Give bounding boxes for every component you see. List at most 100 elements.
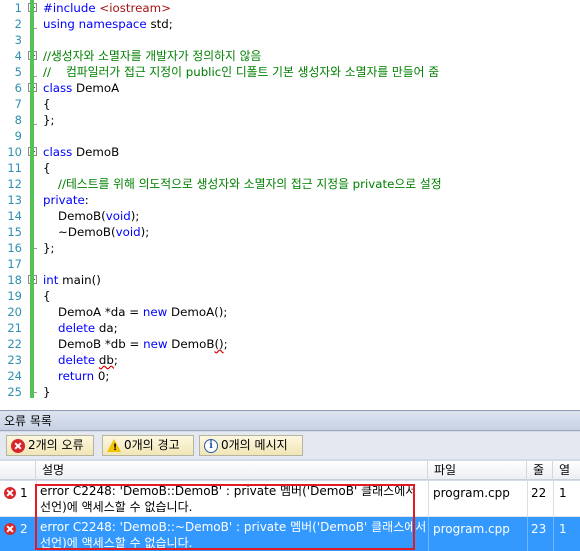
code-line[interactable]: }; [43,240,580,256]
code-line[interactable]: #include <iostream> [43,0,580,16]
code-token: ); [140,225,150,239]
code-token: // 컴파일러가 접근 지정이 public인 디폴트 기본 생성자와 소멸자를… [43,65,440,79]
code-text-area[interactable]: #include <iostream> using namespace std; /… [43,0,580,405]
line-number: 25 [7,385,22,399]
code-line[interactable]: { [43,160,580,176]
error-icon [4,523,16,535]
code-line[interactable]: //생성자와 소멸자를 개발자가 정의하지 않음 [43,48,580,64]
line-number: 10 [7,145,22,159]
code-line[interactable]: } [43,384,580,400]
code-token: DemoA(); [171,305,228,319]
code-line[interactable]: return 0; [43,368,580,384]
table-row[interactable]: 1 error C2248: 'DemoB::DemoB' : private … [0,481,580,517]
code-token: 0; [97,369,110,383]
messages-filter-label: 0개의 메시지 [221,438,288,452]
code-line[interactable]: { [43,288,580,304]
table-row-selected[interactable]: 2 error C2248: 'DemoB::~DemoB' : private… [0,517,580,551]
line-number: 15 [7,225,22,239]
code-line[interactable]: delete da; [43,320,580,336]
line-number: 4 [14,49,22,63]
code-line[interactable]: int main() [43,272,580,288]
code-token: delete [58,321,99,335]
line-number: 17 [7,257,22,271]
code-token: } [43,385,51,399]
code-token: #include [43,1,100,15]
row-file: program.cpp [433,522,510,536]
line-number: 3 [14,33,22,47]
line-number: 22 [7,337,22,351]
line-number: 13 [7,193,22,207]
error-table-header: 설명 파일 줄 열 [0,461,580,480]
column-divider [553,481,554,517]
code-token: }; [43,241,55,255]
code-line[interactable]: using namespace std; [43,16,580,32]
code-line[interactable]: }; [43,112,580,128]
line-number: 6 [14,81,22,95]
row-column: 1 [559,486,567,500]
line-number: 2 [14,17,22,31]
code-token: }; [43,113,55,127]
row-description: error C2248: 'DemoB::~DemoB' : private 멤… [40,520,427,550]
code-line[interactable]: // 컴파일러가 접근 지정이 public인 디폴트 기본 생성자와 소멸자를… [43,64,580,80]
errors-filter-button[interactable]: 2개의 오류 [6,435,94,456]
errors-filter-label: 2개의 오류 [28,438,84,452]
code-line[interactable]: //테스트를 위해 의도적으로 생성자와 소멸자의 접근 지정을 private… [43,176,580,192]
change-tracking-bar [30,0,34,398]
row-description: error C2248: 'DemoB::DemoB' : private 멤버… [40,484,417,514]
code-line[interactable]: DemoA *da = new DemoA(); [43,304,580,320]
code-line[interactable]: ~DemoB(void); [43,224,580,240]
row-index: 1 [20,486,28,500]
column-header-column[interactable]: 열 [553,461,580,480]
code-editor[interactable]: 1 2 3 4 5 6 7 8 9 10 11 12 13 14 15 16 17 18 19 20 21 22 23 24 2… [0,0,580,405]
code-line[interactable]: { [43,96,580,112]
line-number: 21 [7,321,22,335]
column-header-description[interactable]: 설명 [36,461,428,480]
line-number: 20 [7,305,22,319]
error-list-title[interactable]: 오류 목록 [0,411,580,431]
column-header-line[interactable]: 줄 [527,461,553,480]
code-token: void [105,209,131,223]
line-number: 14 [7,209,22,223]
row-line: 23 [531,522,547,536]
line-number: 24 [7,369,22,383]
code-line[interactable] [43,32,580,48]
line-number: 9 [14,129,22,143]
error-filter-toolbar: 2개의 오류 ! 0개의 경고 i 0개의 메시지 [0,432,580,459]
code-token: () [214,337,224,351]
column-header-index[interactable] [0,461,36,480]
line-number: 7 [14,97,22,111]
messages-filter-button[interactable]: i 0개의 메시지 [199,435,303,456]
code-token: db [98,353,114,367]
code-line[interactable] [43,256,580,272]
code-line[interactable]: class DemoA [43,80,580,96]
warning-exclamation-icon: ! [113,443,118,453]
column-divider [428,517,429,551]
code-line[interactable] [43,128,580,144]
code-line[interactable]: private: [43,192,580,208]
code-token: int [43,273,63,287]
error-list-panel: 오류 목록 2개의 오류 ! 0개의 경고 i 0개의 메시지 설명 파일 줄 … [0,410,580,551]
error-icon [11,439,25,453]
row-column: 1 [559,522,567,536]
column-header-file[interactable]: 파일 [428,461,527,480]
warnings-filter-button[interactable]: ! 0개의 경고 [102,435,194,456]
warnings-filter-label: 0개의 경고 [124,438,180,452]
line-number: 8 [14,113,22,127]
error-icon [4,487,16,499]
code-line[interactable]: delete db; [43,352,580,368]
code-token: ; [223,337,228,351]
row-line: 22 [531,486,547,500]
line-number: 5 [14,65,22,79]
line-number: 19 [7,289,22,303]
code-token: using namespace [43,17,151,31]
line-number: 18 [7,273,22,287]
code-line[interactable]: class DemoB [43,144,580,160]
code-token: { [43,97,51,111]
code-line[interactable]: DemoB(void); [43,208,580,224]
code-token: : [84,193,89,207]
code-line[interactable]: DemoB *db = new DemoB(); [43,336,580,352]
code-token: //테스트를 위해 의도적으로 생성자와 소멸자의 접근 지정을 private… [43,177,442,191]
code-token: DemoA *da = [43,305,143,319]
